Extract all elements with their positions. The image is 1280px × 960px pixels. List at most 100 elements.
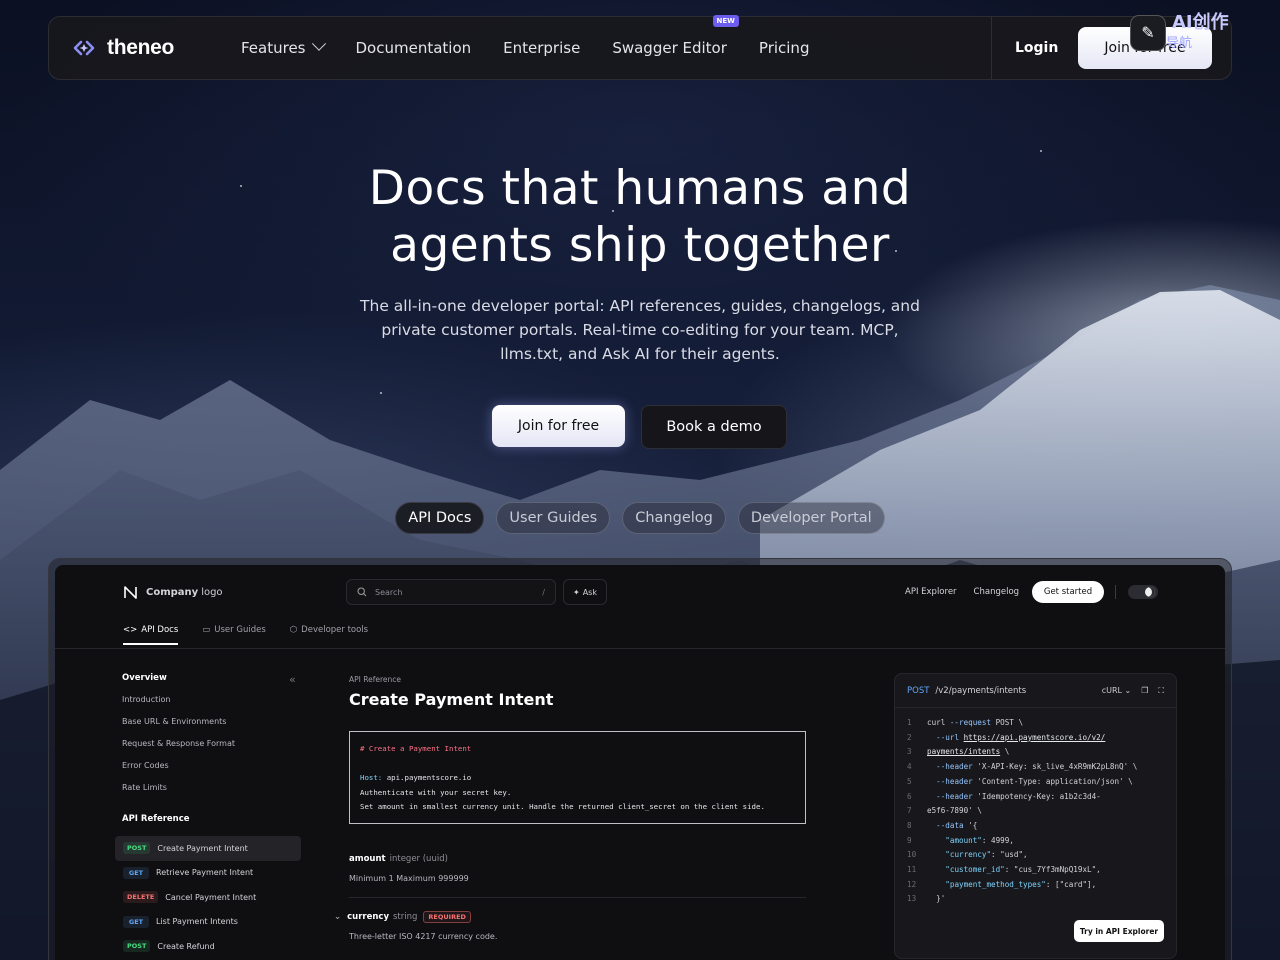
sidebar-endpoint[interactable]: POST Create Refund — [115, 934, 301, 959]
pill-developer-portal[interactable]: Developer Portal — [737, 502, 885, 534]
pill-changelog[interactable]: Changelog — [622, 502, 726, 534]
code-line: Set amount in smallest currency unit. Ha… — [360, 802, 765, 811]
tab-user-guides-label: User Guides — [214, 625, 266, 635]
sidebar-endpoint[interactable]: POST Create Payment Intent — [115, 836, 301, 861]
nav-documentation[interactable]: Documentation — [356, 39, 472, 57]
tab-developer-tools[interactable]: ⬡ Developer tools — [290, 625, 368, 635]
book-demo-button[interactable]: Book a demo — [641, 405, 787, 449]
endpoint-label: Retrieve Payment Intent — [156, 868, 254, 878]
sidebar-endpoint[interactable]: DELETE Cancel Payment Intent — [115, 885, 301, 910]
param-name: amount — [349, 854, 386, 864]
api-explorer-link[interactable]: API Explorer — [905, 587, 957, 597]
tab-api-docs-label: API Docs — [141, 625, 179, 635]
sidebar-item-error-codes[interactable]: Error Codes — [122, 761, 301, 783]
docs-preview: Company logo Search / ✦ Ask API Explorer… — [55, 565, 1225, 960]
watermark-icon: ✎ — [1130, 14, 1166, 51]
watermark-badge: ✎ AI创作 导航 — [1130, 14, 1229, 51]
nav-divider — [991, 17, 992, 79]
sidebar-item-request-response[interactable]: Request & Response Format — [122, 739, 301, 761]
theneo-logo-icon — [73, 40, 95, 56]
company-logo-bold: Company — [146, 587, 199, 598]
theneo-logo[interactable]: theneo — [69, 36, 241, 60]
code-line: 5 --header 'Content-Type: application/js… — [907, 776, 1133, 786]
pill-user-guides[interactable]: User Guides — [496, 502, 611, 534]
search-icon — [357, 587, 367, 597]
param-description: Three-letter ISO 4217 currency code. — [349, 932, 498, 941]
sidebar-item-base-url[interactable]: Base URL & Environments — [122, 717, 301, 739]
code-line: 10 "currency": "usd", — [907, 850, 1028, 860]
code-line: 8 --data '{ — [907, 820, 978, 830]
collapse-sidebar-icon[interactable]: « — [289, 673, 296, 686]
language-select[interactable]: cURL ⌄ — [1102, 686, 1132, 695]
expand-icon[interactable]: ⛶ — [1158, 686, 1164, 696]
join-free-button[interactable]: Join for free — [492, 405, 625, 447]
product-pills: API Docs User Guides Changelog Developer… — [0, 502, 1280, 534]
sidebar-api-heading[interactable]: API Reference — [122, 814, 301, 824]
endpoint-label: Create Refund — [157, 941, 215, 951]
endpoint-label: Create Payment Intent — [157, 843, 248, 853]
param-type: integer (uuid) — [389, 854, 448, 864]
description-code-block: # Create a Payment Intent Host: api.paym… — [349, 731, 806, 824]
hero-title-line-1: Docs that humans and — [368, 161, 912, 216]
param-description: Minimum 1 Maximum 999999 — [349, 874, 469, 883]
required-badge: REQUIRED — [423, 911, 471, 923]
code-spacer — [360, 757, 795, 772]
code-panel-actions: cURL ⌄ ❐ ⛶ — [1102, 686, 1164, 696]
breadcrumb[interactable]: API Reference — [349, 675, 809, 684]
nav-features[interactable]: Features — [241, 36, 326, 57]
sidebar-overview-heading[interactable]: Overview — [122, 673, 301, 683]
param-currency[interactable]: ⌄ currency string REQUIRED Three-letter ISO… — [334, 911, 809, 941]
code-line: Authenticate with your secret key. — [360, 787, 512, 797]
code-line: 12 "payment_method_types": ["card"], — [907, 879, 1097, 889]
param-name-row: amount integer (uuid) — [349, 854, 809, 864]
watermark-text: AI创作 — [1172, 12, 1229, 33]
param-divider — [349, 897, 806, 898]
endpoint-label: List Payment Intents — [156, 917, 238, 927]
get-started-button[interactable]: Get started — [1032, 581, 1104, 603]
hero-title-line-2: agents ship together — [390, 218, 890, 273]
sidebar-item-introduction[interactable]: Introduction — [122, 695, 301, 717]
method-badge: GET — [123, 915, 149, 928]
code-line: 11 "customer_id": "cus_7Yf3mNpQ19xL", — [907, 865, 1101, 875]
page-title: Create Payment Intent — [349, 690, 554, 709]
new-badge: NEW — [712, 15, 739, 27]
company-logo-icon — [124, 586, 137, 599]
top-navbar: theneo Features Documentation Enterprise… — [48, 15, 1232, 80]
docs-top-links: API Explorer Changelog — [905, 587, 1019, 597]
method-badge: DELETE — [123, 891, 159, 904]
nav-swagger-editor[interactable]: Swagger Editor NEW — [612, 15, 739, 57]
docs-header: Company logo Search / ✦ Ask API Explorer… — [55, 565, 1225, 649]
method-badge: GET — [123, 866, 149, 879]
endpoint-label: Cancel Payment Intent — [165, 892, 257, 902]
code-line: 13 }' — [907, 894, 946, 904]
chevron-down-icon — [311, 36, 326, 51]
sidebar-endpoint[interactable]: GET Retrieve Payment Intent — [115, 861, 301, 886]
header-separator — [1115, 585, 1116, 599]
company-logo[interactable]: Company logo — [123, 585, 223, 600]
ask-ai-button[interactable]: ✦ Ask — [563, 579, 607, 605]
pill-api-docs[interactable]: API Docs — [395, 502, 485, 534]
copy-icon[interactable]: ❐ — [1141, 686, 1148, 695]
sidebar-item-rate-limits[interactable]: Rate Limits — [122, 783, 301, 805]
company-logo-light: logo — [201, 587, 223, 598]
nav-pricing[interactable]: Pricing — [759, 39, 810, 57]
book-icon: ▭ — [202, 625, 211, 635]
code-host-label: Host: — [360, 773, 383, 782]
docs-search-input[interactable]: Search / — [346, 579, 556, 605]
login-link[interactable]: Login — [1015, 40, 1058, 56]
ask-label: Ask — [582, 587, 597, 597]
theme-toggle[interactable] — [1128, 585, 1158, 599]
nav-enterprise[interactable]: Enterprise — [503, 39, 580, 57]
hero-title: Docs that humans and agents ship togethe… — [0, 160, 1280, 274]
sidebar-endpoint[interactable]: GET List Payment Intents — [115, 910, 301, 935]
changelog-link[interactable]: Changelog — [974, 587, 1020, 597]
code-icon: <> — [123, 625, 138, 635]
watermark-text-group: AI创作 导航 — [1166, 12, 1229, 52]
code-sample: 1 curl --request POST \ 2 --url https://a… — [895, 708, 1176, 915]
nav-swagger-label: Swagger Editor — [612, 39, 727, 57]
try-api-explorer-button[interactable]: Try in API Explorer — [1074, 920, 1164, 942]
docs-main-content: API Reference Create Payment Intent # Cr… — [334, 675, 809, 941]
tab-user-guides[interactable]: ▭ User Guides — [202, 625, 266, 635]
code-line: 2 --url https://api.paymentscore.io/v2/ — [907, 732, 1106, 742]
tab-api-docs[interactable]: <> API Docs — [123, 625, 179, 645]
